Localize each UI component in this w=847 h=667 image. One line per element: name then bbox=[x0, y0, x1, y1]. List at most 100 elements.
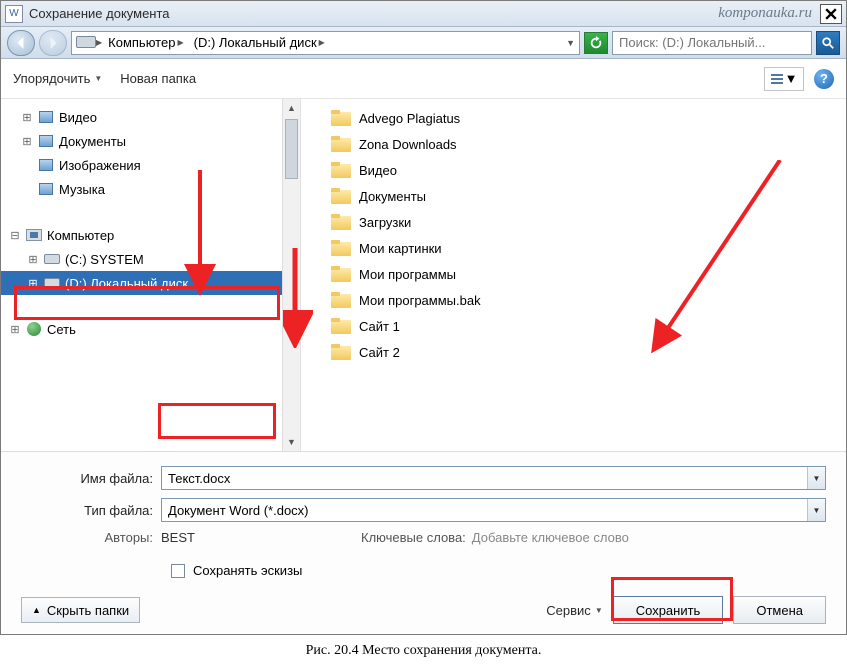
tree-node-drive-c[interactable]: ⊞ (C:) SYSTEM bbox=[1, 247, 300, 271]
nav-back-button[interactable] bbox=[7, 30, 35, 56]
file-name: Zona Downloads bbox=[359, 137, 457, 152]
folder-icon bbox=[331, 136, 351, 152]
library-icon bbox=[37, 157, 55, 173]
folder-icon bbox=[331, 318, 351, 334]
list-item[interactable]: Мои картинки bbox=[301, 235, 846, 261]
folder-icon bbox=[331, 188, 351, 204]
list-item[interactable]: Сайт 2 bbox=[301, 339, 846, 365]
file-name: Сайт 1 bbox=[359, 319, 400, 334]
refresh-button[interactable] bbox=[584, 32, 608, 54]
keywords-label: Ключевые слова: bbox=[361, 530, 472, 545]
tree-node-pictures[interactable]: Изображения bbox=[1, 153, 300, 177]
hide-folders-button[interactable]: ▲ Скрыть папки bbox=[21, 597, 140, 623]
hide-folders-label: Скрыть папки bbox=[47, 603, 129, 618]
breadcrumb-label: (D:) Локальный диск bbox=[194, 35, 317, 50]
new-folder-label: Новая папка bbox=[120, 71, 196, 86]
tools-menu[interactable]: Сервис ▼ bbox=[546, 603, 602, 618]
tree-label: Изображения bbox=[59, 158, 141, 173]
tree-label: Сеть bbox=[47, 322, 76, 337]
tree-node-music[interactable]: Музыка bbox=[1, 177, 300, 201]
list-item[interactable]: Advego Plagiatus bbox=[301, 105, 846, 131]
authors-label: Авторы: bbox=[21, 530, 161, 545]
filetype-field[interactable]: ▼ bbox=[161, 498, 826, 522]
search-input[interactable] bbox=[617, 34, 807, 51]
tree-node-network[interactable]: ⊞ Сеть bbox=[1, 317, 300, 341]
new-folder-button[interactable]: Новая папка bbox=[120, 71, 196, 86]
file-name: Сайт 2 bbox=[359, 345, 400, 360]
chevron-up-icon: ▲ bbox=[32, 605, 41, 615]
chevron-down-icon: ▼ bbox=[785, 71, 798, 86]
cancel-button[interactable]: Отмена bbox=[733, 596, 826, 624]
list-item[interactable]: Сайт 1 bbox=[301, 313, 846, 339]
list-item[interactable]: Zona Downloads bbox=[301, 131, 846, 157]
library-icon bbox=[37, 109, 55, 125]
filename-input[interactable] bbox=[162, 467, 807, 489]
chevron-down-icon[interactable]: ▼ bbox=[566, 38, 575, 48]
tree-node-computer[interactable]: ⊟ Компьютер bbox=[1, 223, 300, 247]
folder-icon bbox=[331, 162, 351, 178]
tree-node-documents[interactable]: ⊞ Документы bbox=[1, 129, 300, 153]
organize-menu[interactable]: Упорядочить ▼ bbox=[13, 71, 102, 86]
tree-node-videos[interactable]: ⊞ Видео bbox=[1, 105, 300, 129]
list-item[interactable]: Мои программы.bak bbox=[301, 287, 846, 313]
folder-icon bbox=[331, 266, 351, 282]
save-dialog-window: W Сохранение документа komponauka.ru ▶ К… bbox=[0, 0, 847, 635]
main-area: ⊞ Видео ⊞ Документы Изображения Музыка bbox=[1, 99, 846, 451]
breadcrumb-segment-drive[interactable]: (D:) Локальный диск ▶ bbox=[190, 33, 329, 53]
authors-value[interactable]: BEST bbox=[161, 530, 361, 545]
tree-label: (D:) Локальный диск bbox=[65, 276, 188, 291]
breadcrumb-segment-computer[interactable]: Компьютер ▶ bbox=[104, 33, 187, 53]
breadcrumb[interactable]: ▶ Компьютер ▶ (D:) Локальный диск ▶ ▼ bbox=[71, 31, 580, 55]
list-item[interactable]: Мои программы bbox=[301, 261, 846, 287]
scroll-thumb[interactable] bbox=[285, 119, 298, 179]
save-thumbnails-label: Сохранять эскизы bbox=[193, 563, 302, 578]
file-name: Мои картинки bbox=[359, 241, 442, 256]
save-thumbnails-checkbox[interactable] bbox=[171, 564, 185, 578]
folder-icon bbox=[331, 240, 351, 256]
chevron-down-icon: ▼ bbox=[595, 606, 603, 615]
folder-icon bbox=[331, 292, 351, 308]
filename-field[interactable]: ▼ bbox=[161, 466, 826, 490]
scroll-down-icon[interactable]: ▼ bbox=[283, 433, 300, 451]
search-box[interactable] bbox=[612, 31, 812, 55]
filetype-input[interactable] bbox=[162, 499, 807, 521]
help-button[interactable]: ? bbox=[814, 69, 834, 89]
filename-dropdown[interactable]: ▼ bbox=[807, 467, 825, 489]
search-icon bbox=[821, 36, 835, 50]
navigation-tree: ⊞ Видео ⊞ Документы Изображения Музыка bbox=[1, 99, 301, 451]
close-button[interactable] bbox=[820, 4, 842, 24]
toolbar: Упорядочить ▼ Новая папка ▼ ? bbox=[1, 59, 846, 99]
change-view-button[interactable]: ▼ bbox=[764, 67, 804, 91]
tree-label: (C:) SYSTEM bbox=[65, 252, 144, 267]
drive-icon bbox=[76, 36, 94, 50]
figure-caption: Рис. 20.4 Место сохранения документа. bbox=[0, 635, 847, 659]
list-item[interactable]: Видео bbox=[301, 157, 846, 183]
arrow-right-icon bbox=[47, 37, 59, 49]
organize-label: Упорядочить bbox=[13, 71, 90, 86]
filetype-dropdown[interactable]: ▼ bbox=[807, 499, 825, 521]
chevron-right-icon: ▶ bbox=[319, 38, 325, 47]
file-name: Advego Plagiatus bbox=[359, 111, 460, 126]
tree-node-drive-d[interactable]: ⊞ (D:) Локальный диск bbox=[1, 271, 300, 295]
nav-forward-button[interactable] bbox=[39, 30, 67, 56]
file-name: Мои программы bbox=[359, 267, 456, 282]
scroll-up-icon[interactable]: ▲ bbox=[283, 99, 300, 117]
search-button[interactable] bbox=[816, 31, 840, 55]
keywords-hint[interactable]: Добавьте ключевое слово bbox=[472, 530, 629, 545]
chevron-right-icon: ▶ bbox=[96, 38, 102, 47]
file-name: Мои программы.bak bbox=[359, 293, 481, 308]
tree-label: Видео bbox=[59, 110, 97, 125]
refresh-icon bbox=[589, 36, 603, 50]
form-panel: Имя файла: ▼ Тип файла: ▼ Авторы: BEST К… bbox=[1, 451, 846, 634]
tree-label: Компьютер bbox=[47, 228, 114, 243]
list-item[interactable]: Документы bbox=[301, 183, 846, 209]
library-icon bbox=[37, 181, 55, 197]
watermark-text: komponauka.ru bbox=[718, 5, 812, 22]
breadcrumb-label: Компьютер bbox=[108, 35, 175, 50]
list-item[interactable]: Загрузки bbox=[301, 209, 846, 235]
save-button[interactable]: Сохранить bbox=[613, 596, 724, 624]
arrow-left-icon bbox=[15, 37, 27, 49]
app-icon: W bbox=[5, 5, 23, 23]
tree-scrollbar[interactable]: ▲ ▼ bbox=[282, 99, 300, 451]
file-name: Документы bbox=[359, 189, 426, 204]
